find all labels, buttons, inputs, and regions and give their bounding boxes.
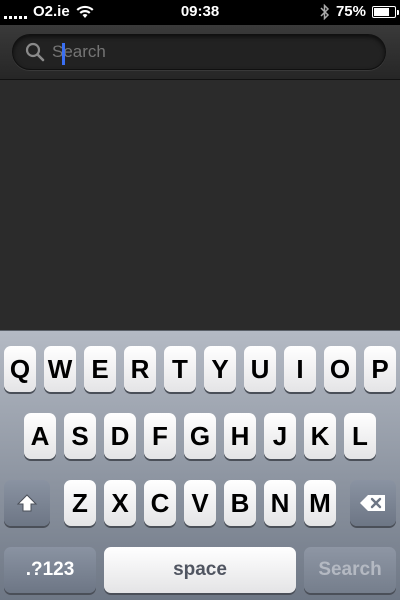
key-f[interactable]: F xyxy=(144,413,176,459)
key-d[interactable]: D xyxy=(104,413,136,459)
key-n[interactable]: N xyxy=(264,480,296,526)
shift-key[interactable] xyxy=(4,480,50,526)
search-bar xyxy=(0,25,400,80)
key-r[interactable]: R xyxy=(124,346,156,392)
key-c[interactable]: C xyxy=(144,480,176,526)
key-y[interactable]: Y xyxy=(204,346,236,392)
search-icon xyxy=(25,42,45,62)
key-w[interactable]: W xyxy=(44,346,76,392)
key-s[interactable]: S xyxy=(64,413,96,459)
key-g[interactable]: G xyxy=(184,413,216,459)
battery-percentage: 75% xyxy=(335,3,366,20)
search-input[interactable] xyxy=(50,41,350,63)
key-i[interactable]: I xyxy=(284,346,316,392)
battery-icon xyxy=(372,5,399,18)
key-e[interactable]: E xyxy=(84,346,116,392)
key-x[interactable]: X xyxy=(104,480,136,526)
key-k[interactable]: K xyxy=(304,413,336,459)
key-o[interactable]: O xyxy=(324,346,356,392)
key-z[interactable]: Z xyxy=(64,480,96,526)
status-bar: O2.ie 09:38 75% xyxy=(0,0,400,25)
key-u[interactable]: U xyxy=(244,346,276,392)
shift-icon xyxy=(16,494,38,512)
keyboard: Q W E R T Y U I O P A S D F G H J K L Z … xyxy=(0,330,400,600)
key-h[interactable]: H xyxy=(224,413,256,459)
clock: 09:38 xyxy=(180,3,220,20)
space-key[interactable]: space xyxy=(104,547,296,593)
key-v[interactable]: V xyxy=(184,480,216,526)
search-field[interactable] xyxy=(12,34,386,70)
text-cursor xyxy=(62,43,65,65)
delete-key[interactable] xyxy=(350,480,396,526)
key-t[interactable]: T xyxy=(164,346,196,392)
key-a[interactable]: A xyxy=(24,413,56,459)
key-m[interactable]: M xyxy=(304,480,336,526)
key-j[interactable]: J xyxy=(264,413,296,459)
key-b[interactable]: B xyxy=(224,480,256,526)
key-l[interactable]: L xyxy=(344,413,376,459)
key-q[interactable]: Q xyxy=(4,346,36,392)
results-area xyxy=(0,81,400,330)
numbers-key[interactable]: .?123 xyxy=(4,547,96,593)
bluetooth-icon xyxy=(320,3,330,20)
search-button[interactable]: Search xyxy=(304,547,396,593)
delete-icon xyxy=(360,495,385,511)
key-p[interactable]: P xyxy=(364,346,396,392)
